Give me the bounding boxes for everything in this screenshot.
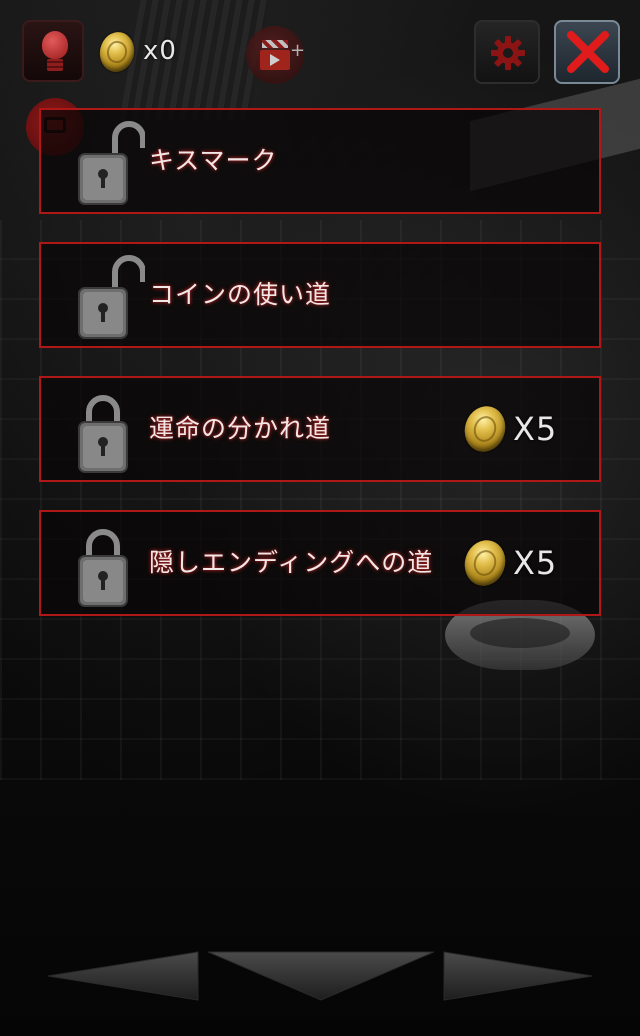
arrow-right-icon	[443, 951, 593, 1001]
hint-button[interactable]	[22, 20, 84, 82]
price-value: X5	[513, 544, 558, 582]
lightbulb-icon	[42, 31, 68, 59]
coin-icon	[458, 534, 512, 592]
clapperboard-icon	[262, 40, 288, 48]
close-icon	[567, 31, 609, 73]
gear-icon	[491, 36, 525, 70]
padlock-open-icon	[78, 121, 145, 205]
nav-down-button[interactable]	[208, 950, 434, 1002]
padlock-open-icon	[78, 255, 145, 339]
plus-icon: +	[290, 40, 306, 61]
list-item[interactable]: コインの使い道	[39, 242, 601, 348]
nav-right-button[interactable]	[442, 950, 594, 1002]
item-label: キスマーク	[149, 146, 278, 175]
close-button[interactable]	[554, 20, 620, 84]
item-list: キスマーク コインの使い道 運命の分かれ道 X5 隠しエンディングへの道 X5	[39, 108, 601, 644]
list-item[interactable]: 隠しエンディングへの道 X5	[39, 510, 601, 616]
item-price: X5	[458, 534, 561, 592]
video-reward-button[interactable]: +	[246, 26, 306, 84]
list-item[interactable]: キスマーク	[39, 108, 601, 214]
item-label: 隠しエンディングへの道	[149, 548, 434, 577]
arrow-left-icon	[48, 951, 199, 1001]
price-value: X5	[513, 410, 558, 448]
coin-icon	[458, 400, 512, 458]
play-icon	[270, 54, 280, 66]
list-item[interactable]: 運命の分かれ道 X5	[39, 376, 601, 482]
lightbulb-base	[47, 59, 63, 71]
item-label: 運命の分かれ道	[149, 414, 332, 443]
nav-left-button[interactable]	[48, 950, 204, 1002]
settings-button[interactable]	[474, 20, 540, 84]
arrow-down-icon	[208, 951, 434, 1001]
padlock-closed-icon	[78, 529, 128, 607]
coin-count: x0	[143, 36, 177, 66]
item-label: コインの使い道	[149, 280, 332, 309]
padlock-closed-icon	[78, 395, 128, 473]
item-price: X5	[458, 400, 561, 458]
